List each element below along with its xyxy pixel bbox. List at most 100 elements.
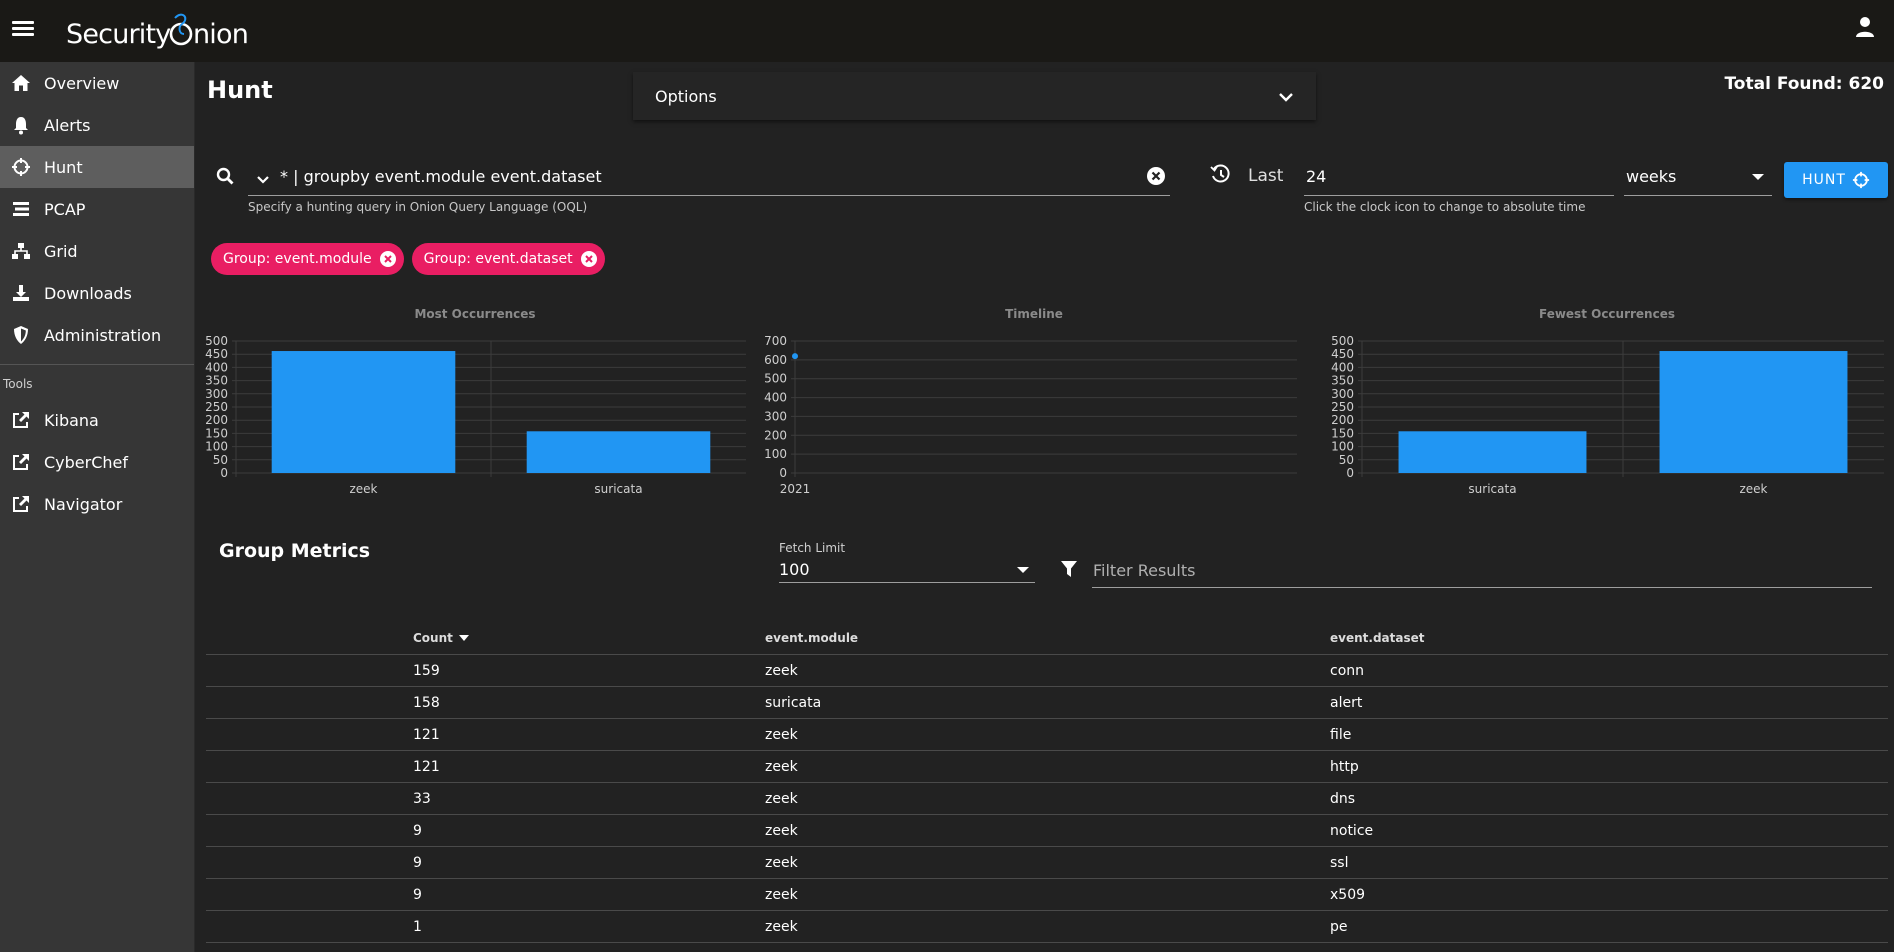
sidebar-item-label: Downloads <box>44 283 132 303</box>
fetch-limit-value: 100 <box>779 560 810 579</box>
cell-event-dataset: file <box>1330 726 1352 743</box>
options-panel-toggle[interactable]: Options <box>633 72 1316 120</box>
query-input[interactable]: * | groupby event.module event.dataset <box>278 167 1146 186</box>
sidebar-item-label: Navigator <box>44 494 123 514</box>
app-logo: Security nion <box>66 12 256 61</box>
group-chip[interactable]: Group: event.dataset <box>411 243 605 275</box>
cell-count: 33 <box>413 790 431 807</box>
query-history-dropdown-icon[interactable] <box>248 170 278 184</box>
y-tick-label: 700 <box>764 334 787 348</box>
sidebar-item-alerts[interactable]: Alerts <box>0 104 194 146</box>
y-tick-label: 350 <box>1331 374 1354 388</box>
y-tick-label: 300 <box>205 387 228 401</box>
history-clock-icon[interactable] <box>1210 164 1230 188</box>
table-row[interactable]: 158 suricata alert <box>206 687 1888 719</box>
filter-results-input[interactable] <box>1092 554 1872 588</box>
cell-count: 158 <box>413 694 440 711</box>
table-row[interactable]: 9 zeek ssl <box>206 847 1888 879</box>
y-tick-label: 500 <box>1331 334 1354 348</box>
sort-descending-icon <box>458 635 469 641</box>
crosshairs-icon <box>10 156 32 178</box>
stream-icon <box>10 198 32 220</box>
remove-chip-icon[interactable] <box>379 250 397 268</box>
cell-count: 121 <box>413 726 440 743</box>
cell-event-dataset: notice <box>1330 822 1374 839</box>
clear-query-icon[interactable] <box>1146 166 1168 188</box>
sidebar-item-administration[interactable]: Administration <box>0 314 194 356</box>
cell-count: 121 <box>413 758 440 775</box>
search-icon <box>216 167 234 189</box>
shield-icon <box>10 324 32 346</box>
cell-event-module: zeek <box>765 758 798 775</box>
cell-event-dataset: alert <box>1330 694 1363 711</box>
y-tick-label: 100 <box>764 447 787 461</box>
y-tick-label: 0 <box>220 466 228 480</box>
column-header-count[interactable]: Count <box>413 631 765 645</box>
sidebar-item-navigator[interactable]: Navigator <box>0 483 194 525</box>
y-tick-label: 300 <box>764 409 787 423</box>
bar-suricata <box>526 431 711 473</box>
table-row[interactable]: 121 zeek file <box>206 719 1888 751</box>
time-unit-value: weeks <box>1626 167 1677 186</box>
main-content: Hunt Options Total Found: 620 * | groupb… <box>196 62 1894 952</box>
dropdown-arrow-icon <box>1017 566 1029 573</box>
y-tick-label: 450 <box>205 347 228 361</box>
y-tick-label: 400 <box>1331 360 1354 374</box>
cell-event-dataset: ssl <box>1330 854 1349 871</box>
sidebar-item-pcap[interactable]: PCAP <box>0 188 194 230</box>
relative-time-unit-select[interactable]: weeks <box>1624 158 1772 196</box>
total-found: Total Found: 620 <box>1724 74 1884 94</box>
fetch-limit-dropdown[interactable]: 100 <box>779 557 1035 583</box>
group-chip[interactable]: Group: event.module <box>211 243 404 275</box>
sidebar-item-cyberchef[interactable]: CyberChef <box>0 441 194 483</box>
most-occurrences-chart: Most Occurrences 0 50 100 150 200 250 300 350 40… <box>200 307 750 557</box>
cell-event-module: zeek <box>765 790 798 807</box>
hunt-button[interactable]: HUNT <box>1784 162 1888 198</box>
column-header-event-dataset[interactable]: event.dataset <box>1330 631 1888 645</box>
y-tick-label: 250 <box>1331 400 1354 414</box>
y-tick-label: 150 <box>1331 426 1354 440</box>
y-tick-label: 50 <box>213 453 228 467</box>
column-header-event-module[interactable]: event.module <box>765 631 1330 645</box>
query-field[interactable]: * | groupby event.module event.dataset <box>248 158 1170 196</box>
app-bar: Security nion <box>0 0 1894 62</box>
remove-chip-icon[interactable] <box>580 250 598 268</box>
fetch-limit-select[interactable]: Fetch Limit 100 <box>779 541 1035 583</box>
sidebar-item-label: CyberChef <box>44 452 129 472</box>
x-tick-label: 2021 <box>780 482 811 496</box>
y-tick-label: 200 <box>205 413 228 427</box>
table-row[interactable]: 159 zeek conn <box>206 655 1888 687</box>
fewest-occurrences-svg: 050100150200250300350400450500 suricata ze… <box>1331 334 1884 496</box>
tools-section-label: Tools <box>3 377 33 391</box>
cell-event-dataset: dns <box>1330 790 1356 807</box>
sidebar-item-label: Overview <box>44 73 120 93</box>
timeline-chart: Timeline 0 100 200 300 400 500 600 700 2021 <box>759 307 1309 557</box>
y-tick-label: 300 <box>1331 387 1354 401</box>
chart-title: Most Occurrences <box>414 307 536 321</box>
relative-time-value-input[interactable]: 24 <box>1304 158 1614 196</box>
external-link-icon <box>10 409 32 431</box>
y-tick-label: 400 <box>764 391 787 405</box>
sidebar-item-label: Kibana <box>44 410 99 430</box>
cell-count: 1 <box>413 918 422 935</box>
menu-icon[interactable] <box>12 18 34 40</box>
sidebar-item-hunt[interactable]: Hunt <box>0 146 194 188</box>
hunt-button-label: HUNT <box>1802 172 1846 188</box>
table-row[interactable]: 1 zeek pe <box>206 911 1888 943</box>
bar-zeek <box>271 351 456 473</box>
sidebar-item-kibana[interactable]: Kibana <box>0 399 194 441</box>
table-row[interactable]: 33 zeek dns <box>206 783 1888 815</box>
options-label: Options <box>655 86 717 106</box>
table-row[interactable]: 9 zeek x509 <box>206 879 1888 911</box>
account-icon[interactable] <box>1854 16 1878 42</box>
sidebar-item-overview[interactable]: Overview <box>0 62 194 104</box>
sidebar-item-downloads[interactable]: Downloads <box>0 272 194 314</box>
y-tick-label: 150 <box>205 426 228 440</box>
svg-text:nion: nion <box>193 19 248 50</box>
sidebar-item-grid[interactable]: Grid <box>0 230 194 272</box>
table-row[interactable]: 121 zeek http <box>206 751 1888 783</box>
sidebar-divider <box>0 364 194 365</box>
sitemap-icon <box>10 240 32 262</box>
table-row[interactable]: 9 zeek notice <box>206 815 1888 847</box>
sidebar: Overview Alerts Hunt PCAP Grid Downloads… <box>0 62 195 952</box>
